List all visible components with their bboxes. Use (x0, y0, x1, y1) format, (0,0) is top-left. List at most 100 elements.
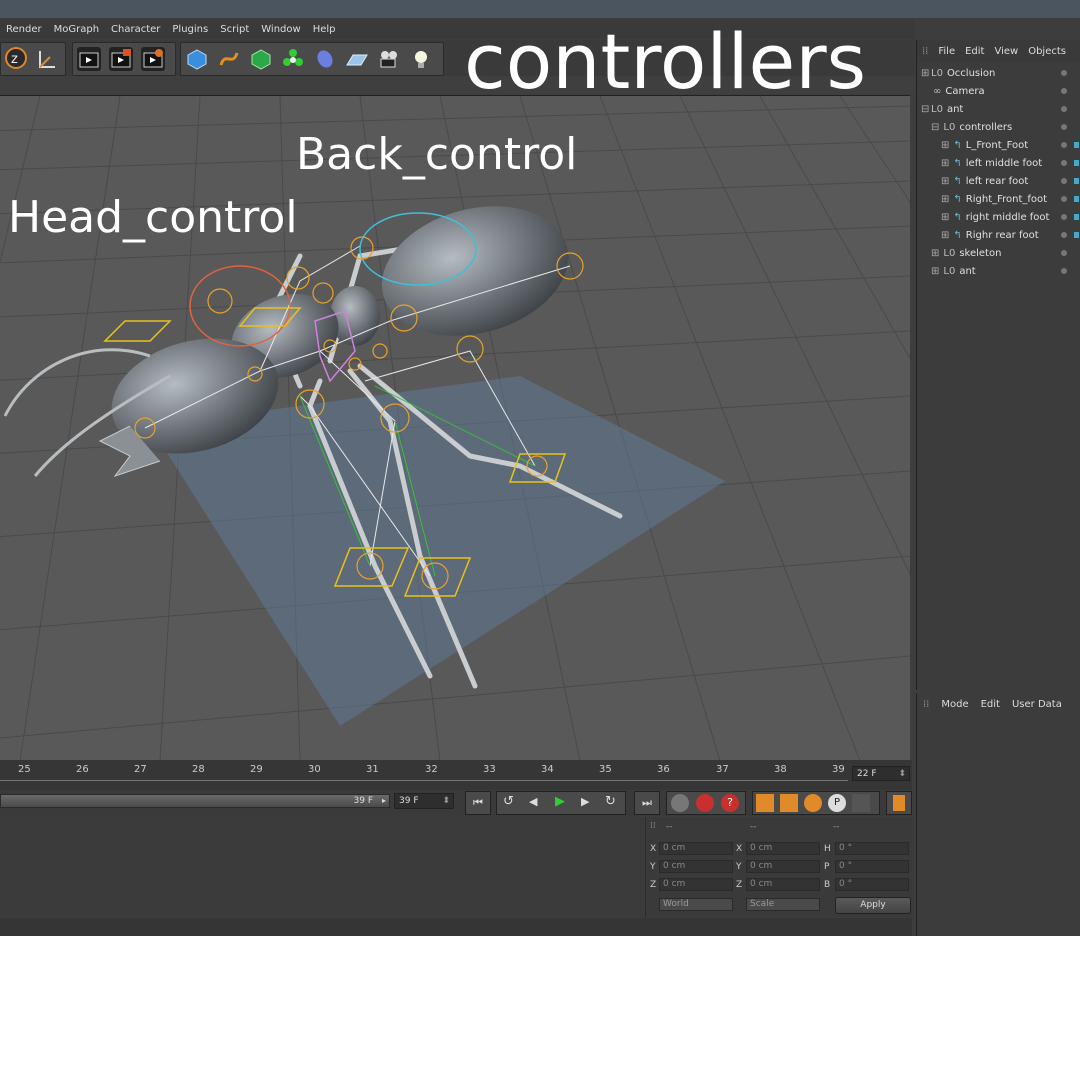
z-icon[interactable]: z (5, 47, 27, 69)
menu-mograph[interactable]: MoGraph (48, 24, 105, 35)
expand-icon[interactable]: ⊞ (941, 176, 949, 187)
expand-icon[interactable]: ⊞ (941, 140, 949, 151)
object-row[interactable]: ⊟ L0 ant (917, 100, 1080, 118)
title-strip (0, 0, 1080, 18)
object-row[interactable]: ⊞ L0 Occlusion (917, 64, 1080, 82)
size-z-field[interactable]: 0 cm (746, 878, 820, 891)
coord-value: 0 cm (750, 843, 773, 853)
object-label: skeleton (959, 247, 1002, 259)
rotation-b-field[interactable]: 0 ° (835, 878, 909, 891)
prev-frame-icon[interactable]: ◀ (529, 795, 537, 808)
move-key-icon[interactable] (756, 794, 774, 812)
object-row[interactable]: ⊞ L0 skeleton (917, 244, 1080, 262)
point-level-icon[interactable] (852, 794, 870, 812)
coord-header-position: -- (666, 822, 673, 832)
object-row[interactable]: ⊞ ↰ Righr rear foot (917, 226, 1080, 244)
scale-key-icon[interactable] (780, 794, 798, 812)
om-menu-file[interactable]: File (933, 46, 960, 57)
object-row[interactable]: ⊞ L0 ant (917, 262, 1080, 280)
go-to-end-icon[interactable]: ⏭ (634, 791, 660, 815)
light-icon[interactable] (409, 47, 433, 71)
ik-controller-icon: ↰ (953, 193, 962, 205)
am-menu-mode[interactable]: Mode (935, 699, 974, 710)
timeline-window-icon[interactable] (886, 791, 912, 815)
menu-window[interactable]: Window (255, 24, 306, 35)
object-row[interactable]: ⊞ ↰ L_Front_Foot (917, 136, 1080, 154)
next-key-icon[interactable]: ↻ (605, 794, 616, 809)
autokey-icon[interactable]: ? (721, 794, 739, 812)
object-label: Camera (945, 85, 985, 97)
expand-icon[interactable]: ⊞ (931, 248, 939, 259)
menu-help[interactable]: Help (307, 24, 342, 35)
go-to-start-icon[interactable]: ⏮ (465, 791, 491, 815)
coord-value: 0 cm (750, 861, 773, 871)
subdivision-icon[interactable] (249, 47, 273, 71)
position-z-field[interactable]: 0 cm (659, 878, 733, 891)
menu-plugins[interactable]: Plugins (166, 24, 214, 35)
coord-value: 0 cm (663, 843, 686, 853)
om-menu-edit[interactable]: Edit (960, 46, 989, 57)
rotation-p-field[interactable]: 0 ° (835, 860, 909, 873)
menu-character[interactable]: Character (105, 24, 166, 35)
render-view-icon[interactable] (77, 47, 101, 71)
record-icon[interactable] (696, 794, 714, 812)
end-frame-value: 39 F (399, 796, 419, 806)
expand-icon[interactable]: ⊞ (941, 158, 949, 169)
object-row[interactable]: ⊞ ↰ Right_Front_foot (917, 190, 1080, 208)
coord-label: X (650, 844, 657, 854)
rotate-key-icon[interactable] (804, 794, 822, 812)
render-picture-viewer-icon[interactable] (109, 47, 133, 71)
am-menu-edit[interactable]: Edit (975, 699, 1006, 710)
world-dropdown[interactable]: World (659, 898, 733, 911)
slider-arrow-icon[interactable]: ▸ (382, 795, 386, 807)
position-x-field[interactable]: 0 cm (659, 842, 733, 855)
position-y-field[interactable]: 0 cm (659, 860, 733, 873)
timeline-tick: 39 (832, 764, 845, 775)
object-row[interactable]: ⊟ L0 controllers (917, 118, 1080, 136)
size-y-field[interactable]: 0 cm (746, 860, 820, 873)
timeline-slider[interactable]: 39 F ▸ (0, 794, 390, 808)
scale-dropdown[interactable]: Scale (746, 898, 820, 911)
expand-icon[interactable]: ⊞ (941, 230, 949, 241)
rotation-h-field[interactable]: 0 ° (835, 842, 909, 855)
object-row[interactable]: ∞ Camera (917, 82, 1080, 100)
menu-script[interactable]: Script (214, 24, 255, 35)
expand-icon[interactable]: ⊞ (941, 194, 949, 205)
expand-icon[interactable]: ⊞ (931, 266, 939, 277)
object-row[interactable]: ⊞ ↰ left middle foot (917, 154, 1080, 172)
spline-pen-icon[interactable] (217, 47, 241, 71)
render-settings-icon[interactable] (141, 47, 165, 71)
am-menu-user-data[interactable]: User Data (1006, 699, 1068, 710)
timeline-ruler[interactable]: 25 26 27 28 29 30 31 32 33 34 35 36 37 3… (0, 760, 912, 790)
play-icon[interactable]: ▶ (555, 794, 565, 809)
end-frame-field[interactable]: 39 F ⬍ (394, 793, 454, 809)
menu-render[interactable]: Render (0, 24, 48, 35)
timeline-tick: 30 (308, 764, 321, 775)
collapse-icon[interactable]: ⊟ (931, 122, 939, 133)
cube-icon[interactable] (185, 47, 209, 71)
object-row[interactable]: ⊞ ↰ left rear foot (917, 172, 1080, 190)
camera-icon[interactable] (377, 47, 401, 71)
object-row[interactable]: ⊞ ↰ right middle foot (917, 208, 1080, 226)
size-x-field[interactable]: 0 cm (746, 842, 820, 855)
playback-controls: ↺ ◀ ▶ ▶ ↻ (496, 791, 626, 815)
apply-button[interactable]: Apply (835, 897, 911, 914)
expand-icon[interactable]: ⊞ (941, 212, 949, 223)
next-frame-icon[interactable]: ▶ (581, 795, 589, 808)
deformer-icon[interactable] (313, 47, 337, 71)
param-key-icon[interactable]: P (828, 794, 846, 812)
cloner-icon[interactable] (281, 47, 305, 71)
current-frame-field[interactable]: 22 F ⬍ (852, 766, 910, 781)
prev-key-icon[interactable]: ↺ (503, 794, 514, 809)
axis-icon[interactable] (35, 47, 59, 71)
om-menu-objects[interactable]: Objects (1023, 46, 1071, 57)
controllers-caption: controllers (464, 17, 867, 106)
timeline-tick: 33 (483, 764, 496, 775)
om-menu-view[interactable]: View (989, 46, 1023, 57)
expand-icon[interactable]: ⊞ (921, 68, 929, 79)
object-label: left rear foot (965, 175, 1029, 187)
coord-value: 0 cm (663, 861, 686, 871)
key-icon[interactable] (671, 794, 689, 812)
collapse-icon[interactable]: ⊟ (921, 104, 929, 115)
floor-icon[interactable] (345, 47, 369, 71)
